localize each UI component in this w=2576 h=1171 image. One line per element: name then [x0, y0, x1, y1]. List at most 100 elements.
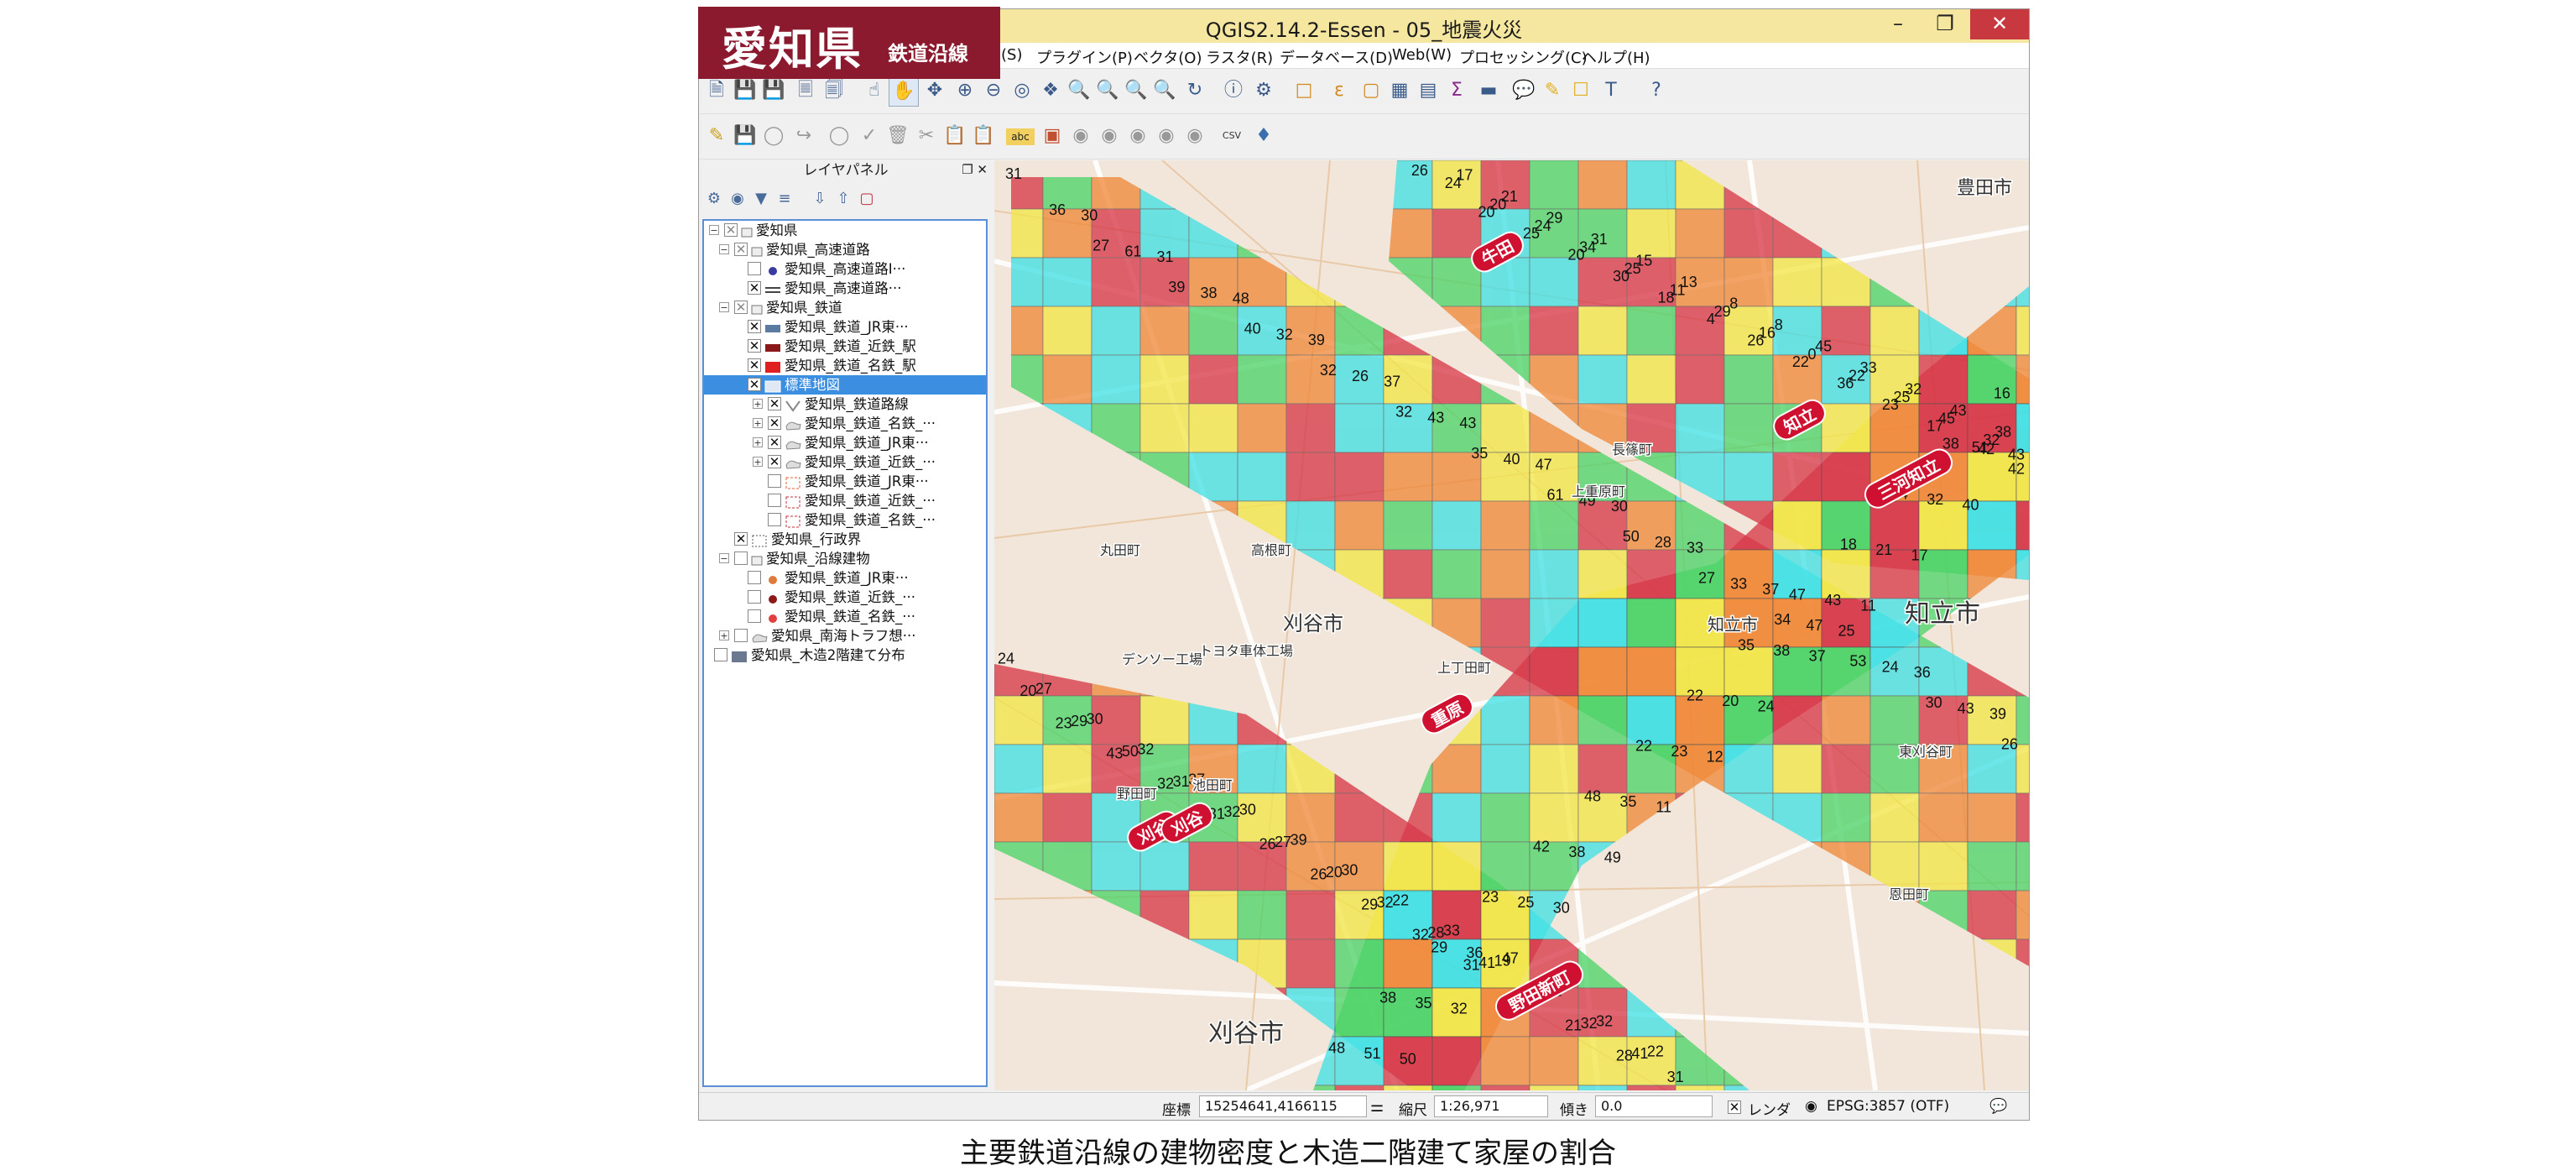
layer-checkbox[interactable]: ✕: [748, 358, 761, 372]
save-edits-icon[interactable]: 💾: [731, 122, 759, 150]
crs-globe-icon[interactable]: ◉: [1805, 1098, 1817, 1115]
zoom-last-icon[interactable]: 🔍: [1122, 76, 1150, 105]
zoom-native-icon[interactable]: ◎: [1008, 76, 1036, 105]
help-icon[interactable]: ?: [1642, 76, 1671, 105]
maximize-icon[interactable]: ❐: [1922, 9, 1969, 39]
layer-item[interactable]: 愛知県_鉄道_名鉄_···: [704, 607, 986, 626]
change-label-icon[interactable]: ◉: [1181, 122, 1209, 150]
panel-float-close-icons[interactable]: ❐ ✕: [962, 162, 988, 177]
map-svg[interactable]: 3136273061393138404832323926323743354340…: [994, 160, 2029, 1090]
zoom-next-icon[interactable]: 🔍: [1150, 76, 1179, 105]
delete-selected-icon[interactable]: 🗑: [884, 122, 912, 150]
select-by-expression-icon[interactable]: ε: [1325, 76, 1353, 105]
zoom-selection-icon[interactable]: 🔍: [1065, 76, 1093, 105]
save-project-icon[interactable]: 💾: [731, 76, 759, 105]
manage-layers-icon[interactable]: ⚙: [702, 187, 726, 211]
layer-item[interactable]: 愛知県_鉄道_近鉄_···: [704, 491, 986, 510]
bookmark-icon[interactable]: ✎: [1538, 76, 1567, 105]
menu-help[interactable]: ヘルプ(H): [1582, 46, 1650, 68]
layer-checkbox[interactable]: ✕: [734, 301, 748, 314]
layer-item[interactable]: ✕ 愛知県_鉄道_名鉄_駅: [704, 356, 986, 375]
touch-zoom-icon[interactable]: ☝: [860, 76, 889, 105]
extents-toggle-icon[interactable]: ⚌: [1370, 1098, 1384, 1116]
refresh-icon[interactable]: ↻: [1181, 76, 1209, 105]
expand-icon[interactable]: +: [753, 418, 763, 428]
layer-checkbox[interactable]: ✕: [768, 436, 781, 449]
layer-group-buildings[interactable]: − 愛知県_沿線建物: [704, 549, 986, 568]
layer-checkbox[interactable]: [748, 262, 761, 275]
collapse-icon[interactable]: −: [709, 225, 719, 235]
select-features-icon[interactable]: □: [1290, 76, 1318, 105]
menu-processing[interactable]: プロセッシング(C): [1459, 46, 1588, 68]
expand-icon[interactable]: +: [753, 399, 763, 409]
layer-item[interactable]: + 愛知県_南海トラフ想···: [704, 626, 986, 646]
coordinate-field[interactable]: 15254641,4166115: [1199, 1095, 1367, 1117]
crs-button[interactable]: EPSG:3857 (OTF): [1827, 1098, 1949, 1115]
pan-to-selection-icon[interactable]: ✥: [920, 76, 949, 105]
layer-item[interactable]: 愛知県_鉄道_近鉄_···: [704, 588, 986, 607]
csv-import-icon[interactable]: CSV: [1218, 122, 1246, 150]
layer-item[interactable]: 愛知県_鉄道_JR東···: [704, 568, 986, 588]
render-checkbox[interactable]: ✕: [1728, 1100, 1741, 1114]
layer-checkbox[interactable]: ✕: [768, 455, 781, 468]
move-label-icon[interactable]: ◉: [1124, 122, 1152, 150]
pan-icon[interactable]: ✋: [889, 76, 919, 107]
layer-item[interactable]: ✕ 愛知県_行政界: [704, 530, 986, 549]
layer-checkbox[interactable]: ✕: [748, 320, 761, 333]
layer-checkbox[interactable]: [734, 629, 748, 642]
layer-item[interactable]: + ✕ 愛知県_鉄道路線: [704, 395, 986, 414]
layer-checkbox[interactable]: ✕: [748, 378, 761, 391]
identify-icon[interactable]: ⓘ: [1219, 76, 1248, 105]
paste-features-icon[interactable]: 📋: [969, 122, 998, 150]
expand-icon[interactable]: +: [753, 457, 763, 467]
node-tool-icon[interactable]: ✓: [855, 122, 884, 150]
show-hide-labels-icon[interactable]: ◉: [1095, 122, 1124, 150]
layer-group-aichi[interactable]: − ✕ 愛知県: [704, 221, 986, 240]
menu-web[interactable]: Web(W): [1392, 46, 1452, 64]
layer-checkbox[interactable]: ✕: [748, 339, 761, 353]
expand-all-icon[interactable]: ⇩: [808, 187, 832, 211]
layer-item[interactable]: 愛知県_高速道路I···: [704, 259, 986, 279]
layer-item[interactable]: 愛知県_鉄道_名鉄_···: [704, 510, 986, 530]
attribute-table-icon[interactable]: ▦: [1385, 76, 1414, 105]
add-feature-icon[interactable]: ◯: [759, 122, 788, 150]
pin-labels-icon[interactable]: ◉: [1066, 122, 1095, 150]
collapse-icon[interactable]: −: [719, 553, 729, 563]
layer-checkbox[interactable]: ✕: [724, 223, 738, 237]
label-icon[interactable]: abc: [1006, 128, 1035, 145]
expand-icon[interactable]: +: [719, 630, 729, 640]
layer-checkbox[interactable]: [768, 513, 781, 526]
layer-checkbox[interactable]: [768, 494, 781, 507]
messages-icon[interactable]: 💬: [1989, 1098, 2007, 1115]
action-icon[interactable]: ⚙: [1249, 76, 1278, 105]
layer-item[interactable]: 愛知県_鉄道_JR東···: [704, 472, 986, 491]
map-tips-icon[interactable]: 💬: [1510, 76, 1538, 105]
layer-checkbox[interactable]: [714, 648, 727, 661]
layer-item-selected[interactable]: ✕ 標準地図: [704, 375, 986, 395]
layer-group-expressway[interactable]: − ✕ 愛知県_高速道路: [704, 240, 986, 259]
new-project-icon[interactable]: 🗎: [702, 76, 731, 105]
layer-item[interactable]: + ✕ 愛知県_鉄道_JR東···: [704, 433, 986, 452]
layer-checkbox[interactable]: ✕: [734, 243, 748, 256]
layer-item[interactable]: ✕ 愛知県_鉄道_近鉄_駅: [704, 337, 986, 356]
layer-labeling-icon[interactable]: ▣: [1038, 122, 1066, 150]
collapse-icon[interactable]: −: [719, 244, 729, 254]
toggle-editing-icon[interactable]: ✎: [702, 122, 731, 150]
layer-item[interactable]: + ✕ 愛知県_鉄道_名鉄_···: [704, 414, 986, 433]
collapse-all-icon[interactable]: ⇧: [832, 187, 855, 211]
collapse-icon[interactable]: −: [719, 302, 729, 312]
python-console-icon[interactable]: ♦: [1249, 122, 1278, 150]
menu-settings[interactable]: (S): [1001, 46, 1022, 64]
menu-vector[interactable]: ベクタ(O): [1134, 46, 1202, 68]
layer-checkbox[interactable]: [768, 474, 781, 488]
copy-features-icon[interactable]: 📋: [941, 122, 969, 150]
layer-checkbox[interactable]: ✕: [768, 397, 781, 410]
layer-checkbox[interactable]: [748, 590, 761, 604]
deselect-icon[interactable]: ▢: [1357, 76, 1385, 105]
add-group-icon[interactable]: ◉: [726, 187, 749, 211]
layer-item[interactable]: ✕ 愛知県_鉄道_JR東···: [704, 317, 986, 337]
layer-item[interactable]: ✕ 愛知県_高速道路···: [704, 279, 986, 298]
layer-item[interactable]: 愛知県_木造2階建て分布: [704, 646, 986, 665]
rotate-label-icon[interactable]: ◉: [1152, 122, 1181, 150]
layer-checkbox[interactable]: [748, 571, 761, 584]
